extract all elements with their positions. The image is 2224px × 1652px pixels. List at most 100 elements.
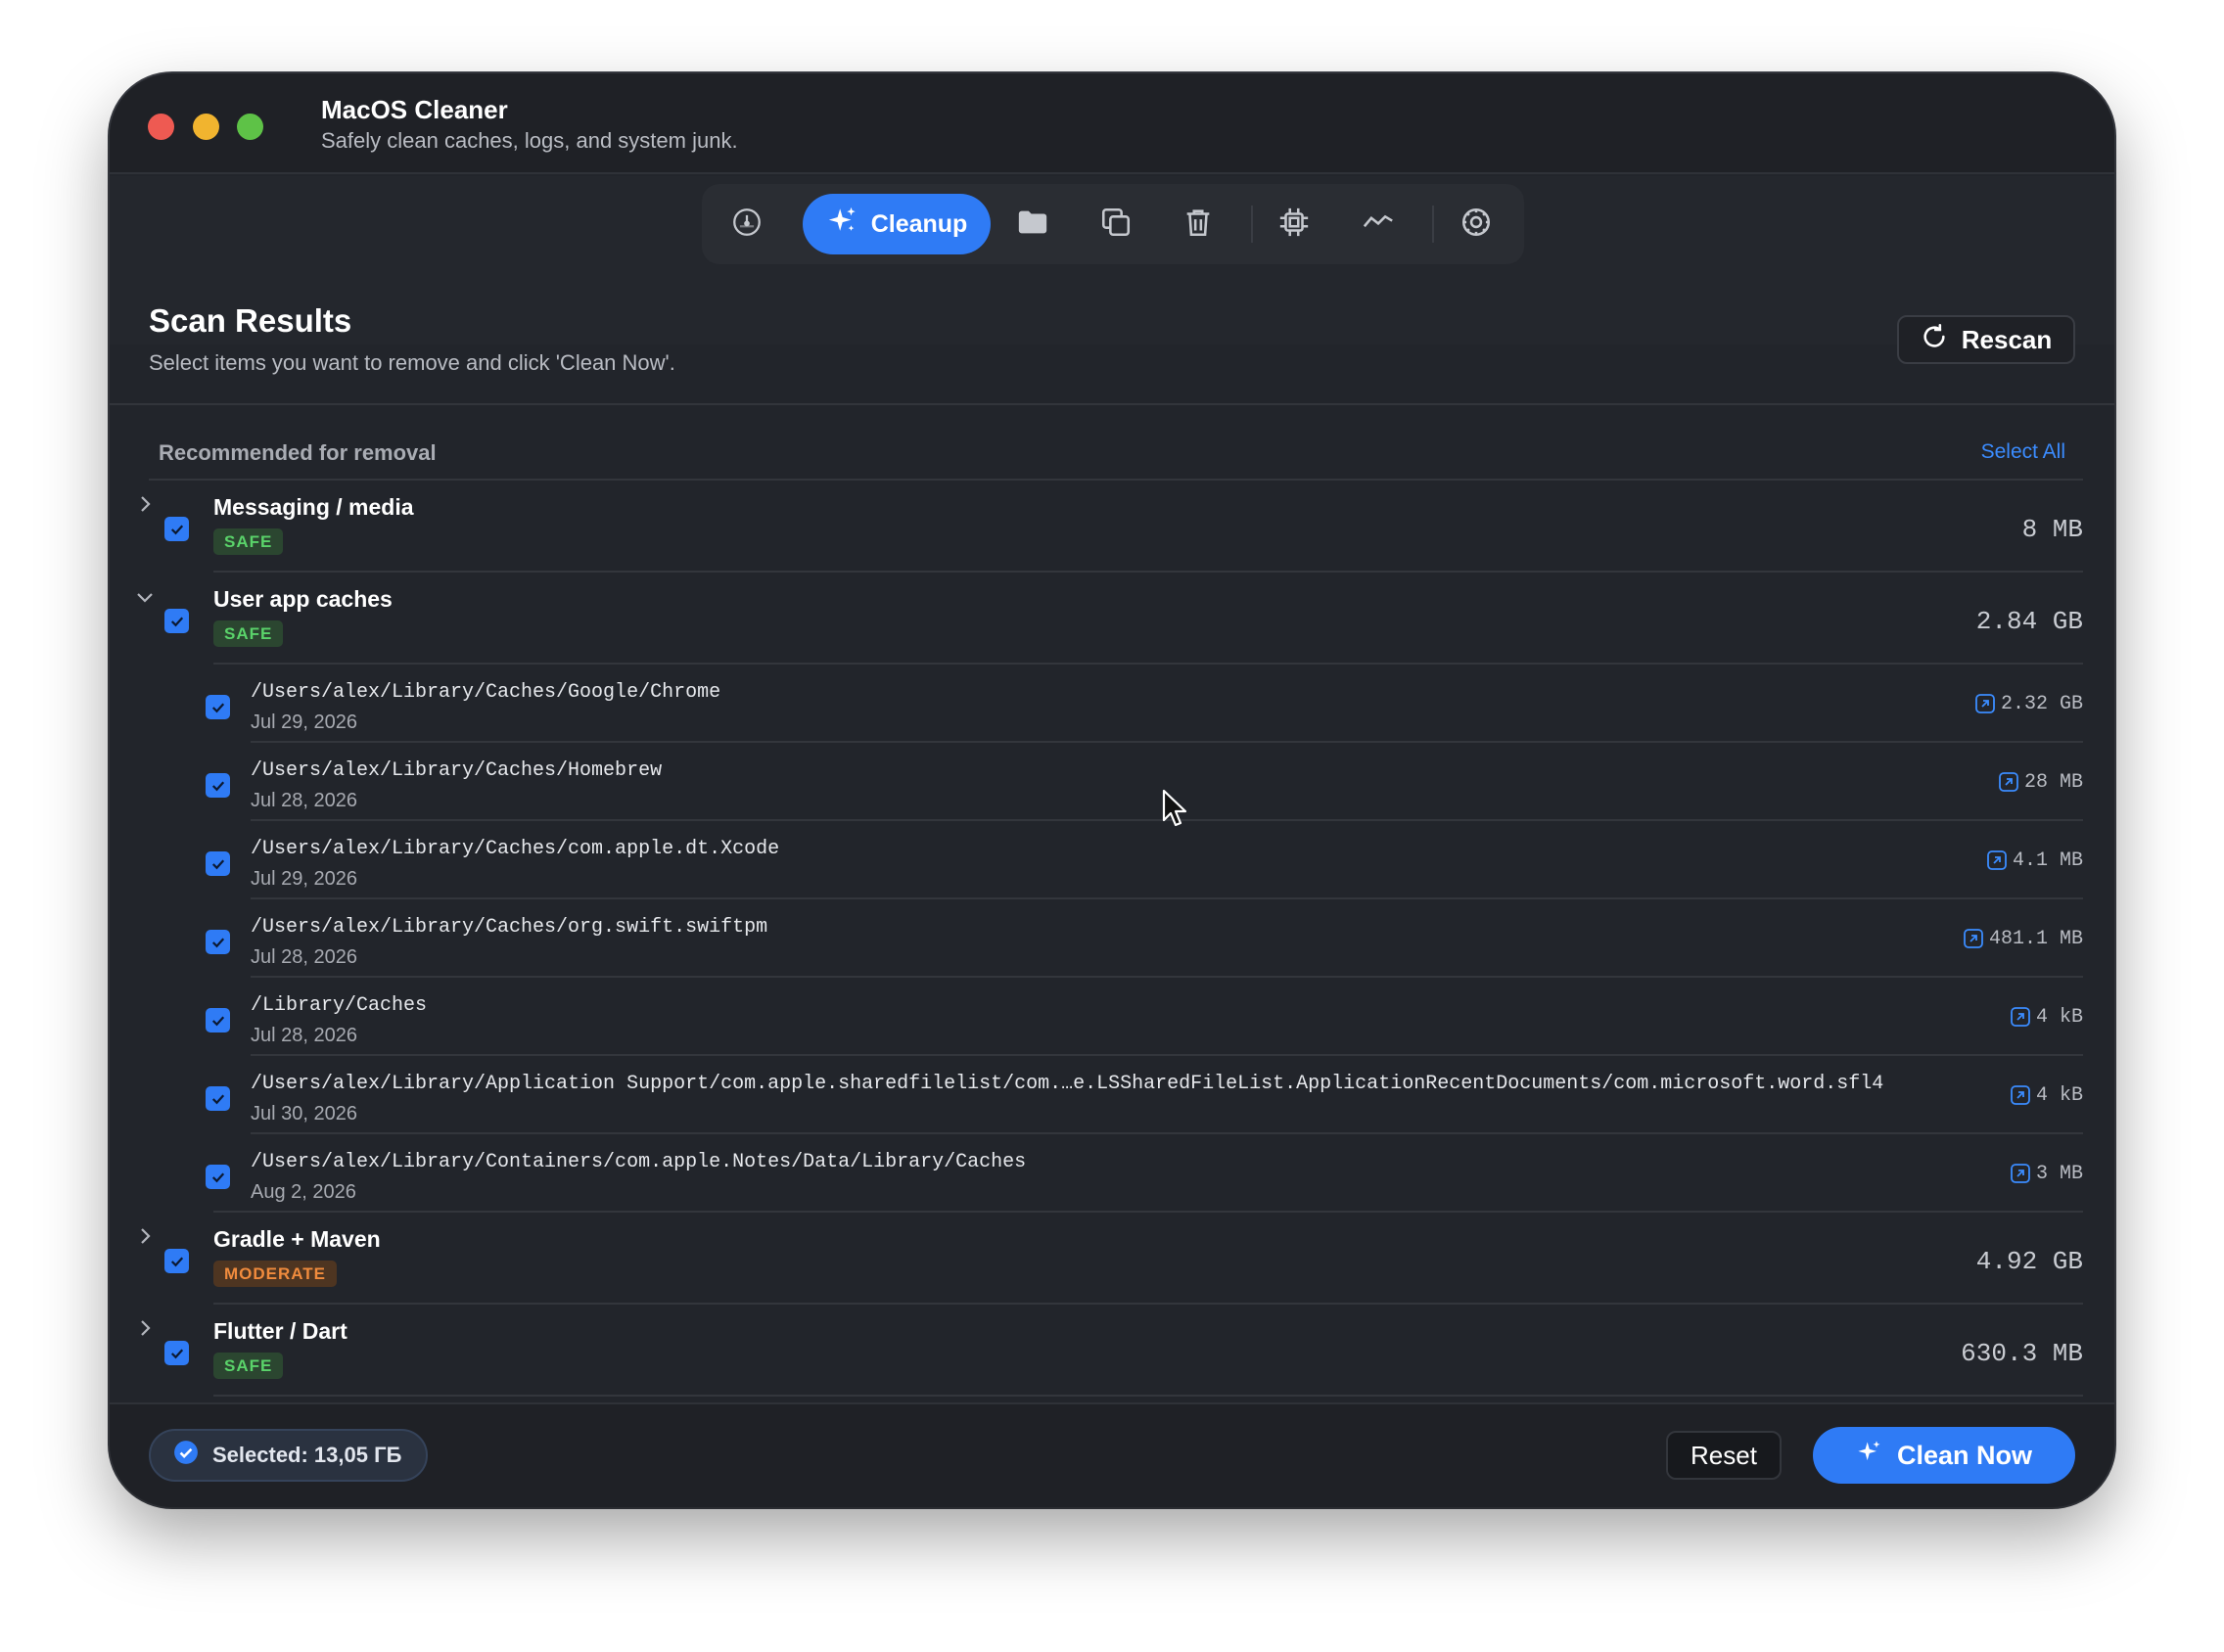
monitor-tab[interactable]: [1346, 194, 1411, 254]
item-path: /Users/alex/Library/Caches/Homebrew: [251, 759, 663, 782]
item-date: Jul 29, 2026: [251, 711, 357, 733]
cleanup-tab-label: Cleanup: [870, 209, 968, 238]
item-size: 4 kB: [2035, 1084, 2083, 1107]
item-checkbox[interactable]: [206, 773, 230, 798]
list-item[interactable]: /Users/alex/Library/Application Support/…: [110, 1056, 2114, 1134]
group-checkbox[interactable]: [164, 609, 189, 633]
trash-icon: [1182, 206, 1215, 244]
toolbar-area: Cleanup: [110, 176, 2114, 344]
toolbar-separator: [1432, 206, 1434, 243]
item-checkbox[interactable]: [206, 930, 230, 954]
reveal-in-finder-icon[interactable]: [2009, 1005, 2032, 1029]
minimize-window-button[interactable]: [193, 114, 219, 140]
group-row-user-app-caches[interactable]: User app caches SAFE 2.84 GB: [110, 573, 2114, 665]
reveal-in-finder-icon[interactable]: [2009, 1083, 2032, 1107]
item-checkbox[interactable]: [206, 1165, 230, 1189]
safety-badge: SAFE: [213, 620, 284, 647]
list-item[interactable]: /Users/alex/Library/Caches/Homebrew Jul …: [110, 743, 2114, 821]
files-tab[interactable]: [1002, 194, 1063, 254]
item-checkbox[interactable]: [206, 851, 230, 876]
item-date: Aug 2, 2026: [251, 1181, 356, 1203]
reveal-in-finder-icon[interactable]: [1962, 927, 1985, 950]
chip-icon: [1277, 206, 1311, 244]
chevron-right-icon[interactable]: [133, 1316, 157, 1340]
duplicates-tab[interactable]: [1086, 194, 1146, 254]
sparkles-icon: [826, 205, 859, 245]
group-size: 2.84 GB: [1975, 607, 2083, 636]
group-checkbox[interactable]: [164, 1341, 189, 1365]
uninstaller-tab[interactable]: [1168, 194, 1228, 254]
item-date: Jul 28, 2026: [251, 946, 357, 968]
gauge-icon: [730, 206, 764, 244]
group-row-flutter-dart[interactable]: Flutter / Dart SAFE 630.3 MB: [110, 1305, 2114, 1397]
folder-icon: [1016, 206, 1049, 244]
dashboard-tab[interactable]: [716, 194, 778, 254]
sparkles-icon: [1856, 1439, 1883, 1473]
item-path: /Users/alex/Library/Caches/org.swift.swi…: [251, 916, 768, 939]
title-bar: MacOS Cleaner Safely clean caches, logs,…: [110, 73, 2114, 174]
group-name: Flutter / Dart: [213, 1318, 348, 1344]
group-row-messaging-media[interactable]: Messaging / media SAFE 8 MB: [110, 481, 2114, 573]
item-checkbox[interactable]: [206, 695, 230, 719]
item-size: 2.32 GB: [2000, 693, 2083, 715]
item-checkbox[interactable]: [206, 1086, 230, 1111]
chevron-right-icon[interactable]: [133, 1224, 157, 1248]
check-circle-icon: [173, 1440, 199, 1471]
group-size: 630.3 MB: [1961, 1339, 2083, 1368]
settings-tab[interactable]: [1446, 194, 1506, 254]
cleanup-tab[interactable]: Cleanup: [803, 194, 991, 254]
mouse-pointer-icon: [1162, 789, 1187, 827]
memory-tab[interactable]: [1264, 194, 1324, 254]
item-size: 4 kB: [2035, 1006, 2083, 1029]
group-name: User app caches: [213, 586, 393, 612]
selected-size-label: Selected: 13,05 ГБ: [212, 1443, 402, 1467]
item-size: 3 MB: [2035, 1163, 2083, 1185]
rescan-label: Rescan: [1961, 324, 2053, 354]
reveal-in-finder-icon[interactable]: [1985, 849, 2009, 872]
item-size: 481.1 MB: [1988, 928, 2083, 950]
list-item[interactable]: /Users/alex/Library/Caches/Google/Chrome…: [110, 665, 2114, 743]
app-subtitle: Safely clean caches, logs, and system ju…: [321, 128, 738, 153]
chevron-right-icon[interactable]: [133, 492, 157, 516]
select-all-link[interactable]: Select All: [1981, 440, 2065, 464]
group-size: 8 MB: [2021, 515, 2083, 544]
reveal-in-finder-icon[interactable]: [1997, 770, 2020, 794]
clean-now-label: Clean Now: [1896, 1440, 2033, 1470]
item-date: Jul 28, 2026: [251, 790, 357, 811]
list-item[interactable]: /Library/Caches Jul 28, 2026 4 kB: [110, 978, 2114, 1056]
list-item[interactable]: /Users/alex/Library/Containers/com.apple…: [110, 1134, 2114, 1213]
scan-results-title: Scan Results: [149, 302, 352, 339]
group-name: Gradle + Maven: [213, 1226, 381, 1252]
list-item[interactable]: /Users/alex/Library/Caches/com.apple.dt.…: [110, 821, 2114, 899]
item-date: Jul 30, 2026: [251, 1103, 357, 1124]
app-title: MacOS Cleaner: [321, 95, 508, 124]
group-row-gradle-maven[interactable]: Gradle + Maven MODERATE 4.92 GB: [110, 1213, 2114, 1305]
list-item[interactable]: /Users/alex/Library/Caches/org.swift.swi…: [110, 899, 2114, 978]
reveal-in-finder-icon[interactable]: [2009, 1162, 2032, 1185]
item-path: /Library/Caches: [251, 994, 428, 1017]
item-path: /Users/alex/Library/Application Support/…: [251, 1073, 1884, 1095]
chevron-down-icon[interactable]: [133, 585, 157, 609]
rescan-button[interactable]: Rescan: [1897, 315, 2075, 364]
scan-results-subtitle: Select items you want to remove and clic…: [149, 350, 675, 375]
refresh-icon: [1921, 323, 1948, 357]
item-size: 4.1 MB: [2012, 849, 2083, 872]
footer-bar: Selected: 13,05 ГБ Reset Clean Now: [110, 1402, 2114, 1507]
group-name: Messaging / media: [213, 494, 414, 520]
safety-badge: SAFE: [213, 1353, 284, 1379]
safety-badge: SAFE: [213, 528, 284, 555]
reset-button[interactable]: Reset: [1666, 1431, 1782, 1480]
group-checkbox[interactable]: [164, 1249, 189, 1273]
section-label: Recommended for removal: [159, 440, 437, 465]
item-checkbox[interactable]: [206, 1008, 230, 1032]
zoom-window-button[interactable]: [237, 114, 263, 140]
reveal-in-finder-icon[interactable]: [1973, 692, 1997, 715]
duplicate-icon: [1099, 206, 1133, 244]
selected-size-pill: Selected: 13,05 ГБ: [149, 1429, 429, 1482]
group-checkbox[interactable]: [164, 517, 189, 541]
item-date: Jul 29, 2026: [251, 868, 357, 890]
gear-icon: [1460, 206, 1493, 244]
row-divider: [213, 1395, 2083, 1397]
close-window-button[interactable]: [148, 114, 174, 140]
clean-now-button[interactable]: Clean Now: [1813, 1427, 2075, 1484]
